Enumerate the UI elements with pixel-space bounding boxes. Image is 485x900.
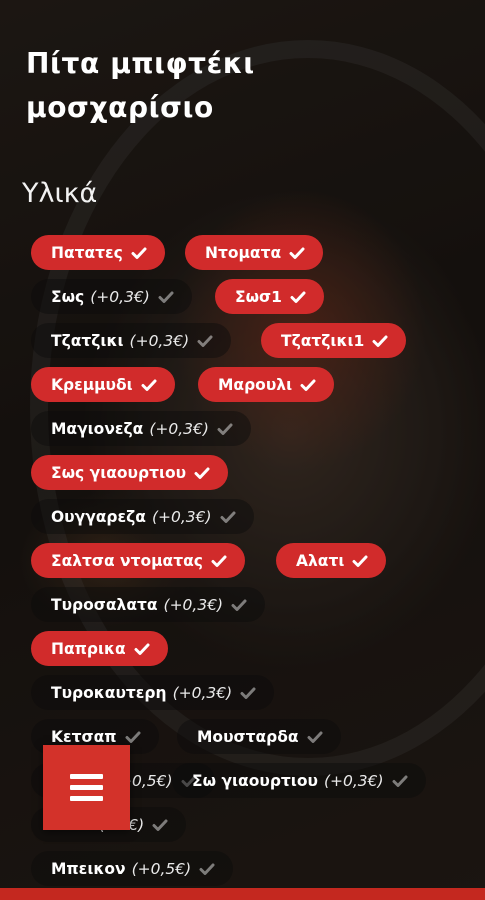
- ingredient-price: (+0,3€): [149, 419, 209, 438]
- ingredient-label: Τυροσαλατα: [51, 595, 158, 614]
- checkmark-icon: [125, 729, 141, 745]
- ingredient-price: (+0,3€): [151, 507, 212, 526]
- ingredient-label: Ουγγαρεζα: [51, 507, 146, 526]
- ingredient-label: Ντοματα: [205, 243, 282, 262]
- ingredient-chip[interactable]: Κρεμμυδι: [31, 367, 175, 402]
- ingredient-chip[interactable]: Ουγγαρεζα (+0,3€): [31, 499, 254, 534]
- ingredient-price: (+0,5€): [131, 859, 192, 878]
- ingredient-chip[interactable]: Τυροσαλατα (+0,3€): [31, 587, 266, 622]
- ingredient-chip[interactable]: Αλατι: [276, 543, 387, 578]
- checkmark-icon: [300, 377, 316, 393]
- ingredient-chip[interactable]: Σως (+0,3€): [31, 279, 192, 314]
- ingredient-label: Παπρικα: [51, 639, 126, 658]
- checkmark-icon: [194, 465, 210, 481]
- ingredient-label: Τζατζικι: [51, 331, 124, 350]
- hamburger-bar: [70, 796, 103, 801]
- ingredient-chip[interactable]: Τζατζικι (+0,3€): [31, 323, 232, 358]
- ingredient-chip[interactable]: Παπρικα: [31, 631, 168, 666]
- ingredient-label: Σαλτσα ντοματας: [51, 551, 203, 570]
- ingredient-chip[interactable]: Τζατζικι1: [261, 323, 407, 358]
- bottom-accent-bar: [0, 888, 485, 900]
- ingredient-chip[interactable]: Σως γιαουρτιου: [31, 455, 229, 490]
- ingredient-label: Σωσ1: [235, 287, 282, 306]
- checkmark-icon: [217, 421, 233, 437]
- ingredient-label: Κετσαπ: [51, 727, 117, 746]
- ingredient-chip[interactable]: Μαγιονεζα (+0,3€): [31, 411, 251, 446]
- checkmark-icon: [134, 641, 150, 657]
- checkmark-icon: [220, 509, 236, 525]
- product-title: Πίτα μπιφτέκι μοσχαρίσιο: [26, 47, 255, 124]
- ingredient-label: Τυροκαυτερη: [51, 683, 167, 702]
- ingredient-chip[interactable]: Σωσ1: [215, 279, 324, 314]
- ingredient-label: Αλατι: [296, 551, 345, 570]
- checkmark-icon: [211, 553, 227, 569]
- ingredient-chip[interactable]: Σω γιαουρτιου (+0,3€): [172, 763, 426, 798]
- checkmark-icon: [158, 289, 174, 305]
- checkmark-icon: [352, 553, 368, 569]
- checkmark-icon: [141, 377, 157, 393]
- checkmark-icon: [152, 817, 168, 833]
- ingredient-label: Πατατες: [51, 243, 123, 262]
- ingredient-price: (+0,3€): [129, 331, 190, 350]
- checkmark-icon: [131, 245, 147, 261]
- ingredient-price: (+0,3€): [172, 683, 233, 702]
- ingredient-price: (+0,3€): [163, 595, 224, 614]
- ingredient-chip[interactable]: Πατατες: [31, 235, 165, 270]
- ingredient-label: Κρεμμυδι: [51, 375, 133, 394]
- ingredient-label: Τζατζικι1: [281, 331, 365, 350]
- ingredient-label: Μπεικον: [51, 859, 126, 878]
- checkmark-icon: [372, 333, 388, 349]
- checkmark-icon: [289, 245, 305, 261]
- ingredient-label: Μουσταρδα: [197, 727, 299, 746]
- ingredient-chip[interactable]: Μπεικον (+0,5€): [31, 851, 234, 886]
- hamburger-menu-button[interactable]: [43, 745, 130, 830]
- ingredient-label: Σως: [51, 287, 85, 306]
- ingredient-chip[interactable]: Μαρουλι: [198, 367, 335, 402]
- ingredient-label: Μαγιονεζα: [51, 419, 144, 438]
- checkmark-icon: [392, 773, 408, 789]
- ingredients-heading: Υλικά: [22, 178, 98, 209]
- checkmark-icon: [240, 685, 256, 701]
- checkmark-icon: [307, 729, 323, 745]
- checkmark-icon: [231, 597, 247, 613]
- hamburger-menu-icon: [70, 774, 103, 779]
- ingredient-label: Σω γιαουρτιου: [192, 771, 318, 790]
- hamburger-bar: [70, 785, 103, 790]
- ingredient-label: Μαρουλι: [218, 375, 293, 394]
- ingredient-chip[interactable]: Σαλτσα ντοματας: [31, 543, 245, 578]
- checkmark-icon: [199, 861, 215, 877]
- ingredient-price: (+0,3€): [90, 287, 150, 306]
- ingredient-chip[interactable]: Ντοματα: [185, 235, 324, 270]
- ingredient-chip[interactable]: Μουσταρδα: [177, 719, 341, 754]
- checkmark-icon: [290, 289, 306, 305]
- checkmark-icon: [197, 333, 213, 349]
- ingredient-label: Σως γιαουρτιου: [51, 463, 187, 482]
- ingredient-chip[interactable]: Τυροκαυτερη (+0,3€): [31, 675, 275, 710]
- ingredient-price: (+0,3€): [323, 771, 384, 790]
